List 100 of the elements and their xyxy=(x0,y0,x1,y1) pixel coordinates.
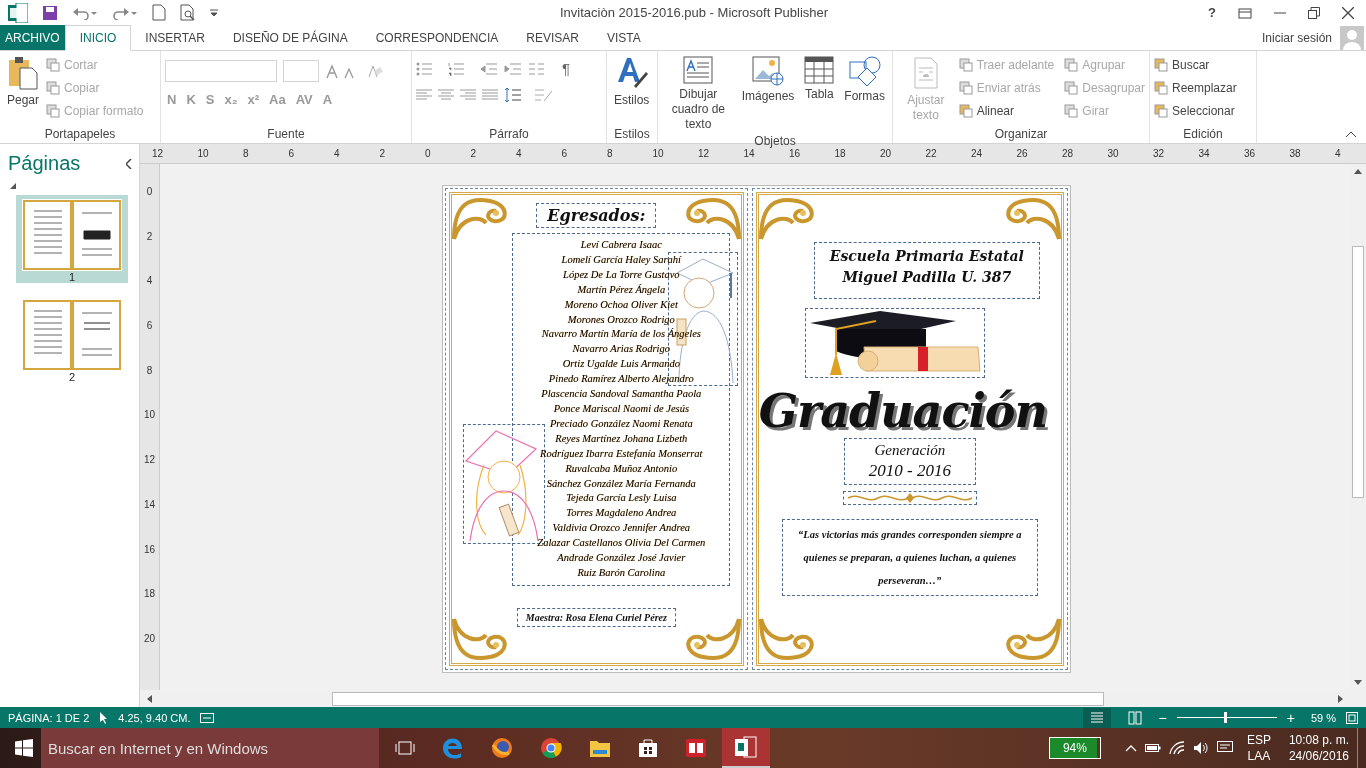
ruler-number: 26 xyxy=(1016,147,1029,161)
format-button[interactable]: S xyxy=(203,92,217,107)
help-button[interactable]: ? xyxy=(1208,5,1216,20)
ribbon-tab[interactable]: VISTA xyxy=(593,25,655,50)
ruler-number: 4 xyxy=(334,147,341,161)
ruler-number: 6 xyxy=(145,320,154,334)
ribbon-button[interactable]: Formas xyxy=(841,54,888,134)
student-name: Preciado González Naomi Renata xyxy=(549,416,693,431)
group-label: Edición xyxy=(1182,127,1224,143)
school-name: Escuela Primaria Estatal xyxy=(829,247,1024,266)
ribbon-tab[interactable]: INICIO xyxy=(64,25,132,51)
student-name: Sánchez González María Fernanda xyxy=(546,476,696,491)
clock-time[interactable]: 10:08 p. m. xyxy=(1288,732,1349,748)
paragraph-marks-button[interactable]: ¶ xyxy=(560,60,573,77)
ribbon-button[interactable]: Imágenes xyxy=(738,54,798,134)
student-name: Moreno Ochoa Oliver Kiet xyxy=(564,297,678,312)
student-name: Torres Magdaleno Andrea xyxy=(566,506,677,521)
page-indicator[interactable]: PÁGINA: 1 DE 2 xyxy=(8,711,90,724)
quote-text: “Las victorias más grandes corresponden siempre a quienes se preparan, a quienes luchan, a quienes perseveran…” xyxy=(781,519,1038,596)
group-label: Estilos xyxy=(613,127,651,143)
student-name: Andrade González José Javier xyxy=(557,551,686,566)
student-name: Navarro Arias Rodrigo xyxy=(572,342,671,357)
ruler-number: 20 xyxy=(880,147,893,161)
ruler-number: 8 xyxy=(243,147,250,161)
ruler-number: 4 xyxy=(145,275,154,289)
student-name: Martín Pérez Ángela xyxy=(577,282,666,297)
ribbon-button[interactable]: Reemplazar xyxy=(1154,79,1237,97)
ruler-number: 10 xyxy=(142,409,157,423)
battery-indicator[interactable]: 94% xyxy=(1048,737,1101,759)
ruler-number: 10 xyxy=(197,147,210,161)
ruler-number: 2 xyxy=(470,147,478,161)
ruler-number: 12 xyxy=(142,454,157,468)
student-name: Pinedo Ramírez Alberto Alejandro xyxy=(548,372,694,387)
ruler-number: 18 xyxy=(142,588,157,602)
ruler-number: 12 xyxy=(152,147,165,161)
ribbon-tab[interactable]: INSERTAR xyxy=(131,25,219,50)
format-button[interactable]: Aa xyxy=(267,92,288,107)
heading-text: Egresados: xyxy=(536,203,657,228)
ruler-number: 10 xyxy=(652,147,665,161)
ruler-number: 8 xyxy=(145,364,154,378)
student-name: Leví Cabrera Isaac xyxy=(580,238,662,252)
ruler-number: 16 xyxy=(142,543,157,557)
ruler-number: 34 xyxy=(1198,147,1211,161)
clock-date[interactable]: 24/06/2016 xyxy=(1288,748,1349,764)
ruler-number: 4 xyxy=(1335,147,1342,161)
group-label: Portapapeles xyxy=(43,127,117,143)
ruler-number: 30 xyxy=(1107,147,1120,161)
ribbon-button[interactable]: Alinear xyxy=(958,102,1055,120)
generation-label: Generación xyxy=(874,442,946,459)
student-name: Plascencia Sandoval Samantha Paola xyxy=(541,387,702,402)
ruler-number: 2 xyxy=(145,230,154,244)
pages-panel-title: Páginas xyxy=(8,152,81,175)
keyboard-layout[interactable]: LAA xyxy=(1247,748,1271,764)
student-name: Ruvalcaba Muñoz Antonio xyxy=(565,461,678,476)
ruler-number: 6 xyxy=(561,147,569,161)
zoom-in-button[interactable]: + xyxy=(1286,709,1295,726)
ribbon-button[interactable]: Buscar xyxy=(1154,56,1237,74)
ruler-number: 12 xyxy=(698,147,711,161)
student-name: Ponce Mariscal Naomi de Jesús xyxy=(553,401,689,416)
student-name: Navarro Martín María de los Ángeles xyxy=(541,327,701,342)
ribbon-tab[interactable]: CORRESPONDENCIA xyxy=(361,25,513,50)
ribbon-tab[interactable]: DISEÑO DE PÁGINA xyxy=(218,25,362,50)
ruler-number: 20 xyxy=(142,632,157,646)
ruler-number: 2 xyxy=(379,147,387,161)
student-name: Rodríguez Ibarra Estefanía Monserrat xyxy=(540,446,703,461)
ruler-number: 14 xyxy=(743,148,756,161)
ribbon-button[interactable]: Pegar xyxy=(4,54,43,127)
taskbar-search-field[interactable]: Buscar en Internet y en Windows xyxy=(41,728,379,768)
group-label: Objetos xyxy=(753,134,797,148)
group-label: Párrafo xyxy=(488,127,530,143)
format-button[interactable]: x² xyxy=(245,92,262,107)
ruler-number: 36 xyxy=(1244,147,1257,161)
ruler-number: 18 xyxy=(834,147,847,161)
student-name: Lomelí García Haley Sarahí xyxy=(561,252,682,267)
ruler-number: 22 xyxy=(925,147,938,161)
ruler-number: 28 xyxy=(1062,147,1075,161)
zoom-percent[interactable]: 59 % xyxy=(1310,711,1336,724)
ruler-number: 16 xyxy=(789,148,802,161)
student-name: Valdivia Orozco Jennifer Andrea xyxy=(552,521,691,536)
input-language[interactable]: ESP xyxy=(1246,732,1271,748)
page-thumbnail[interactable]: 1 xyxy=(16,195,128,283)
ribbon-button[interactable]: Tabla xyxy=(801,54,838,134)
ruler-number: 4 xyxy=(516,147,523,161)
ruler-number: 6 xyxy=(288,147,296,161)
window-title: Invitaciòn 2015-2016.pub - Microsoft Publisher xyxy=(560,5,829,20)
ribbon-button[interactable]: Dibujar cuadro de texto xyxy=(662,54,735,134)
format-button[interactable]: x₂ xyxy=(222,92,240,107)
ribbon-tab[interactable]: REVISAR xyxy=(512,25,593,50)
ribbon-tab[interactable]: ARCHIVO xyxy=(0,25,65,50)
cursor-position: 4.25, 9.40 CM. xyxy=(118,711,191,724)
page-thumbnail[interactable]: 2 xyxy=(16,295,128,383)
ribbon-button[interactable]: Estilos xyxy=(611,54,653,127)
ruler-number: 32 xyxy=(1153,147,1166,161)
sign-in-link[interactable]: Iniciar sesión xyxy=(1261,30,1332,45)
ribbon-button[interactable]: Seleccionar xyxy=(1154,102,1237,120)
ruler-number: 0 xyxy=(145,186,154,199)
ruler-number: 38 xyxy=(1289,147,1302,161)
zoom-out-button[interactable]: − xyxy=(1158,709,1167,726)
teacher-name: Maestra: Rosa Elena Curiel Pérez xyxy=(516,607,676,627)
ruler-number: 24 xyxy=(971,147,984,161)
